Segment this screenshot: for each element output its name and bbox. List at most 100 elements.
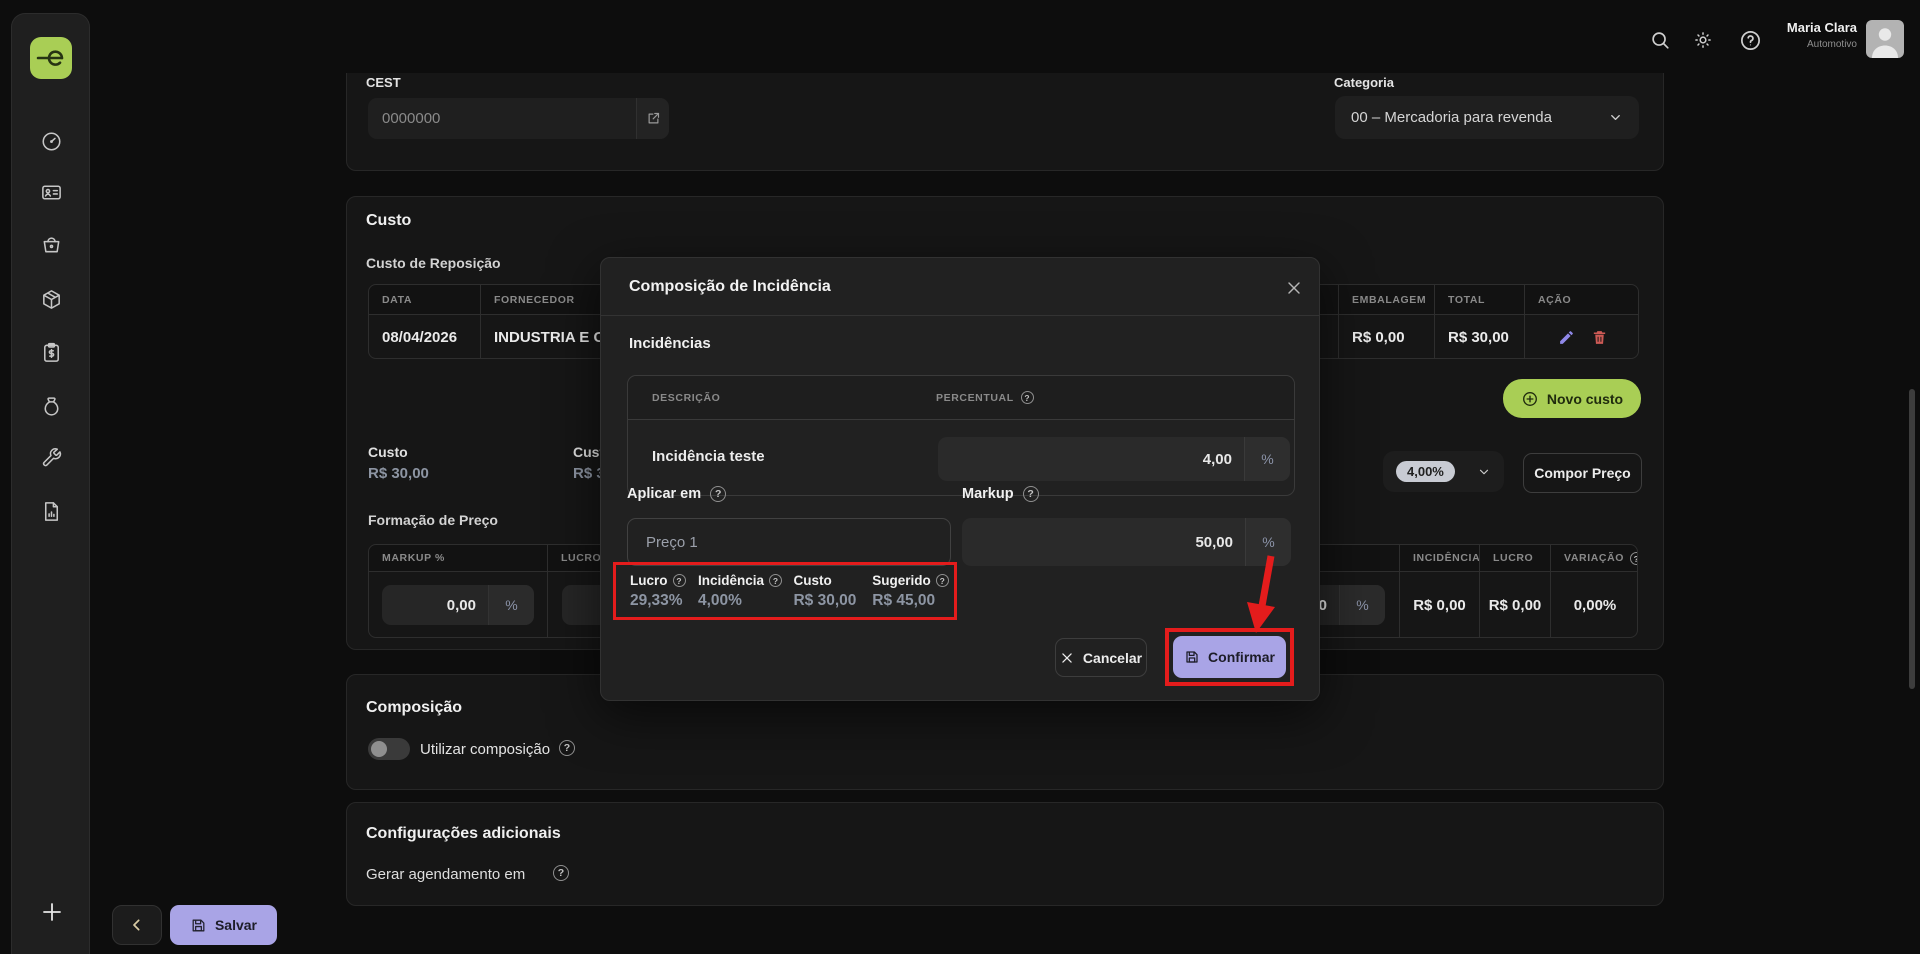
markup-help-icon[interactable] [1023,486,1039,502]
logo[interactable] [30,37,72,79]
back-button[interactable] [112,905,162,945]
delete-trash-icon[interactable] [1591,329,1608,346]
incidencia-help-icon[interactable] [769,574,782,587]
compor-preco-label: Compor Preço [1534,465,1630,481]
cost-col-data: DATA [369,285,480,314]
sidebar-item-dashboard[interactable] [39,129,64,154]
incidencias-table: DESCRIÇÃO PERCENTUAL Incidência teste 4,… [627,375,1295,496]
sidebar-item-tools[interactable] [39,445,64,470]
x-icon [1060,651,1074,665]
custo-title: Custo [366,212,411,230]
formacao-preco-label: Formação de Preço [368,512,498,528]
incidencia-chip: 4,00% [1396,461,1455,482]
agendamento-label: Gerar agendamento em [366,866,525,883]
percent-suffix: % [488,585,534,625]
descricao-header: DESCRIÇÃO [628,392,720,404]
aplicar-em-label: Aplicar em [627,486,701,502]
utilizar-composicao-label: Utilizar composição [420,741,550,758]
variacao-help-icon[interactable] [1630,552,1638,565]
cest-input[interactable]: 0000000 [368,98,636,139]
incidencia-descricao: Incidência teste [652,448,765,465]
sidebar-item-reports[interactable] [39,499,64,524]
composicao-incidencia-modal: Composição de Incidência Incidências DES… [600,257,1320,701]
aplicar-em-input[interactable]: Preço 1 [627,518,951,566]
novo-custo-label: Novo custo [1547,391,1623,407]
composicao-title: Composição [366,699,462,717]
categoria-value: 00 – Mercadoria para revenda [1351,109,1608,126]
confirmar-label: Confirmar [1208,649,1275,665]
cest-external-link-icon[interactable] [636,98,669,139]
variacao-value: 0,00% [1550,572,1638,638]
cancelar-button[interactable]: Cancelar [1055,638,1147,677]
config-card: Configurações adicionais Gerar agendamen… [346,802,1664,906]
close-icon[interactable] [1281,275,1307,301]
novo-custo-button[interactable]: Novo custo [1503,379,1641,418]
custo-reposicao-label: Custo de Reposição [366,255,501,271]
cost-cell-embalagem: R$ 0,00 [1338,315,1434,359]
lucro-value: R$ 0,00 [1479,572,1550,638]
sidebar-item-products[interactable] [39,287,64,312]
salvar-button[interactable]: Salvar [170,905,277,945]
percentual-header: PERCENTUAL [936,392,1014,404]
app-root: Maria Clara Automotivo [0,0,1920,954]
save-floppy-icon [1184,649,1200,665]
user-name: Maria Clara [1750,20,1857,35]
percentual-help-icon[interactable] [1021,391,1034,404]
incidencia-select[interactable]: 4,00% [1383,451,1504,492]
utilizar-composicao-toggle[interactable] [368,738,410,760]
summary-strip: Lucro 29,33% Incidência 4,00% Custo R$ 3… [613,562,957,620]
price-col-incidencia: INCIDÊNCIA [1399,545,1479,571]
compor-preco-button[interactable]: Compor Preço [1523,453,1642,493]
sidebar-item-sales[interactable] [39,232,64,257]
modal-title: Composição de Incidência [629,278,831,296]
avatar[interactable] [1866,20,1904,58]
markup-modal-input[interactable]: 50,00 % [962,518,1291,566]
incidencia-row: Incidência teste 4,00 % [628,420,1294,496]
summary-custo: Custo R$ 30,00 [793,573,872,617]
summary-sugerido: Sugerido R$ 45,00 [872,573,954,617]
sidebar-item-contacts[interactable] [39,180,64,205]
modal-header: Composição de Incidência [601,258,1319,316]
user-menu[interactable]: Maria Clara Automotivo [1750,20,1857,50]
summary-incidencia: Incidência 4,00% [698,573,794,617]
save-floppy-icon [190,917,207,934]
sidebar-item-finance[interactable] [39,394,64,419]
incidencias-label: Incidências [629,335,711,352]
edit-pencil-icon[interactable] [1558,329,1575,346]
topbar: Maria Clara Automotivo [0,0,1920,73]
cost-cell-data: 08/04/2026 [369,315,480,359]
plus-circle-icon [1521,390,1539,408]
sidebar-item-billing[interactable] [39,340,64,365]
composicao-help-icon[interactable] [559,740,575,756]
aplicar-em-help-icon[interactable] [710,486,726,502]
chevron-down-icon [1477,465,1491,479]
cost-col-total: TOTAL [1434,285,1524,314]
lucro-help-icon[interactable] [673,574,686,587]
custo-stat-label: Custo [368,444,408,460]
categoria-label: Categoria [1334,75,1394,90]
categoria-select[interactable]: 00 – Mercadoria para revenda [1335,96,1639,139]
cest-field: 0000000 [368,98,669,139]
incidencia-value: R$ 0,00 [1399,572,1479,638]
add-button[interactable] [39,899,64,924]
chevron-down-icon [1608,110,1623,125]
custo-stat-value: R$ 30,00 [368,465,429,482]
price-col-lucro: LUCRO [1479,545,1550,571]
incidencia-percentual-input[interactable]: 4,00 % [938,437,1290,481]
agendamento-help-icon[interactable] [553,865,569,881]
price-col-variacao: VARIAÇÃO [1564,552,1624,564]
cost-col-acao: AÇÃO [1524,285,1639,314]
markup-input[interactable]: 0,00 % [382,585,534,625]
sugerido-help-icon[interactable] [936,574,949,587]
search-icon[interactable] [1646,26,1674,54]
cost-cell-total: R$ 30,00 [1434,315,1524,359]
summary-lucro: Lucro 29,33% [630,573,698,617]
theme-sun-icon[interactable] [1690,27,1716,53]
salvar-label: Salvar [215,917,257,933]
config-title: Configurações adicionais [366,825,561,843]
scrollbar-thumb[interactable] [1909,389,1915,689]
confirmar-button[interactable]: Confirmar [1173,636,1286,678]
cost-col-embalagem: EMBALAGEM [1338,285,1434,314]
user-role: Automotivo [1750,39,1857,50]
price-col-markup: MARKUP % [369,545,547,571]
